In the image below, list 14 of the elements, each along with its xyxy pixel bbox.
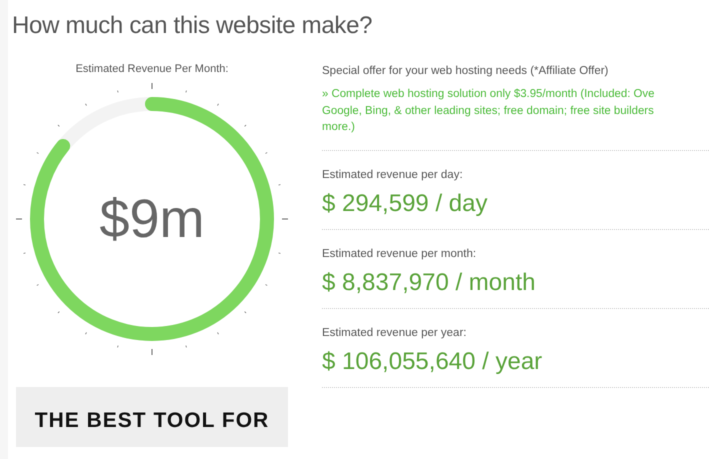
estimate-label: Estimated revenue per year:: [322, 326, 468, 341]
estimate-label: Estimated revenue per day:: [322, 168, 464, 183]
page-title: How much can this website make?: [11, 11, 374, 41]
estimate-value: $ 294,599 / day: [322, 190, 488, 219]
offer-link-text[interactable]: » Complete web hosting solution only $3.95/month (Included: Ove: [322, 86, 709, 103]
gauge-value: $9m: [99, 192, 205, 246]
gauge-label: Estimated Revenue Per Month:: [74, 62, 230, 77]
offer-link-text[interactable]: Google, Bing, & other leading sites; free domain; free site builders: [322, 102, 709, 120]
estimate-label: Estimated revenue per month:: [322, 246, 478, 262]
offer-link-text[interactable]: more.): [322, 119, 709, 136]
estimate-value: $ 8,837,970 / month: [322, 268, 536, 298]
offer-heading: Special offer for your web hosting needs (*Affiliate Offer): [322, 64, 610, 79]
estimate-value: $ 106,055,640 / year: [322, 348, 544, 377]
promo-heading: THE BEST TOOL FOR: [34, 409, 270, 432]
